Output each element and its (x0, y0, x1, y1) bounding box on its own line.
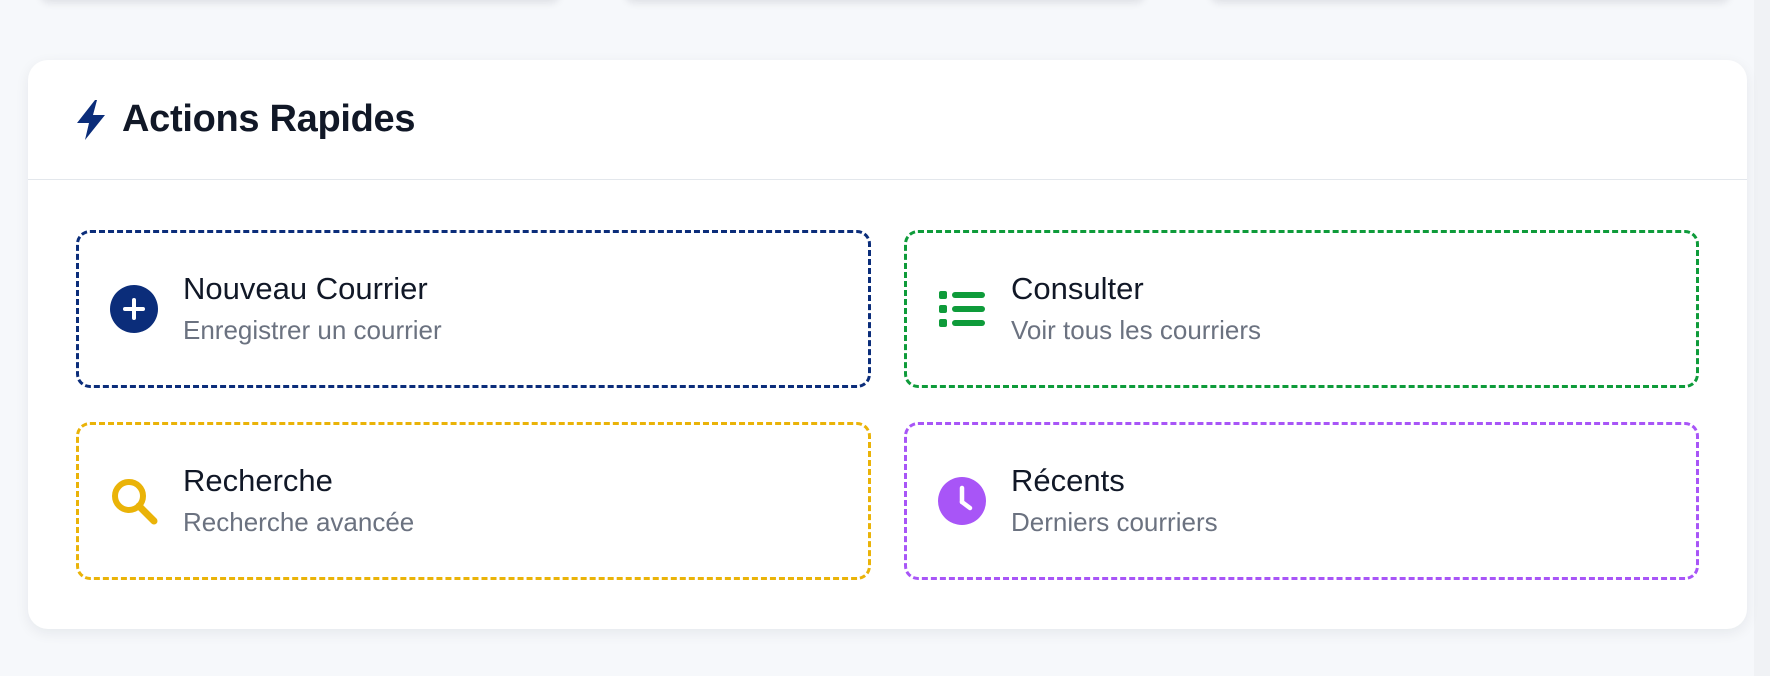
search-button[interactable]: Recherche Recherche avancée (76, 422, 871, 580)
consult-button[interactable]: Consulter Voir tous les courriers (904, 230, 1699, 388)
action-subtitle: Enregistrer un courrier (183, 315, 442, 345)
action-title: Consulter (1011, 271, 1144, 306)
search-icon (110, 477, 158, 525)
plus-circle-icon (110, 285, 158, 333)
panel-title: Actions Rapides (122, 98, 416, 140)
action-subtitle: Voir tous les courriers (1011, 315, 1261, 345)
clock-icon (938, 477, 986, 525)
bolt-icon (74, 99, 108, 141)
actions-grid: Nouveau Courrier Enregistrer un courrier… (76, 230, 1700, 580)
panel-header: Actions Rapides (28, 60, 1747, 180)
recent-button[interactable]: Récents Derniers courriers (904, 422, 1699, 580)
quick-actions-panel: Actions Rapides Nouveau Courrier Enregis… (28, 60, 1747, 629)
action-subtitle: Derniers courriers (1011, 507, 1218, 537)
action-subtitle: Recherche avancée (183, 507, 415, 537)
scrollbar-track[interactable] (1754, 0, 1770, 676)
list-icon (938, 285, 986, 333)
new-mail-button[interactable]: Nouveau Courrier Enregistrer un courrier (76, 230, 871, 388)
action-title: Recherche (183, 463, 333, 498)
action-title: Nouveau Courrier (183, 271, 428, 306)
action-title: Récents (1011, 463, 1125, 498)
